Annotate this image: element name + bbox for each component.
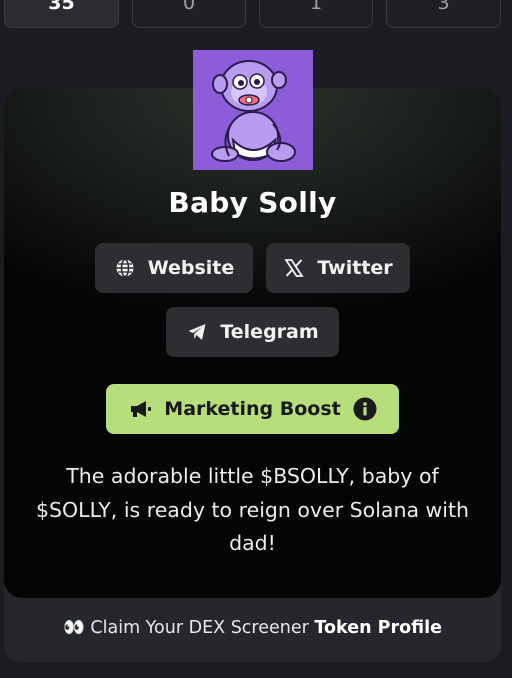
twitter-button[interactable]: Twitter [266, 243, 410, 293]
website-label: Website [147, 257, 235, 279]
x-icon [283, 257, 305, 279]
stat-box-2[interactable]: 0 [132, 0, 246, 28]
token-avatar [193, 50, 313, 170]
stat-value: 1 [309, 0, 323, 14]
website-button[interactable]: Website [95, 243, 253, 293]
stat-box-1[interactable]: 35 [4, 0, 119, 28]
claim-prefix: Claim Your DEX Screener [90, 618, 309, 638]
claim-token-profile-link[interactable]: 👀 Claim Your DEX Screener Token Profile [0, 618, 505, 638]
claim-bold: Token Profile [314, 618, 442, 638]
baby-monkey-illustration [193, 50, 313, 170]
marketing-boost-label: Marketing Boost [164, 398, 341, 420]
megaphone-icon [128, 399, 152, 419]
stat-value: 35 [48, 0, 75, 14]
stat-value: 0 [182, 0, 196, 14]
token-name: Baby Solly [168, 186, 337, 219]
info-icon[interactable] [353, 397, 377, 421]
stat-box-3[interactable]: 1 [259, 0, 373, 28]
twitter-label: Twitter [317, 257, 393, 279]
globe-icon [114, 257, 136, 279]
stats-row: 35 0 1 3 [0, 0, 512, 30]
token-profile-page: 35 0 1 3 Baby Solly Website Twitter Tele… [0, 0, 512, 678]
stat-box-4[interactable]: 3 [386, 0, 501, 28]
stat-value: 3 [437, 0, 450, 14]
eyes-emoji: 👀 [63, 618, 85, 638]
marketing-boost-button[interactable]: Marketing Boost [106, 384, 399, 434]
telegram-icon [186, 321, 208, 343]
telegram-button[interactable]: Telegram [166, 307, 339, 357]
token-description: The adorable little $BSOLLY, baby of $SO… [35, 464, 470, 555]
telegram-label: Telegram [220, 321, 319, 343]
